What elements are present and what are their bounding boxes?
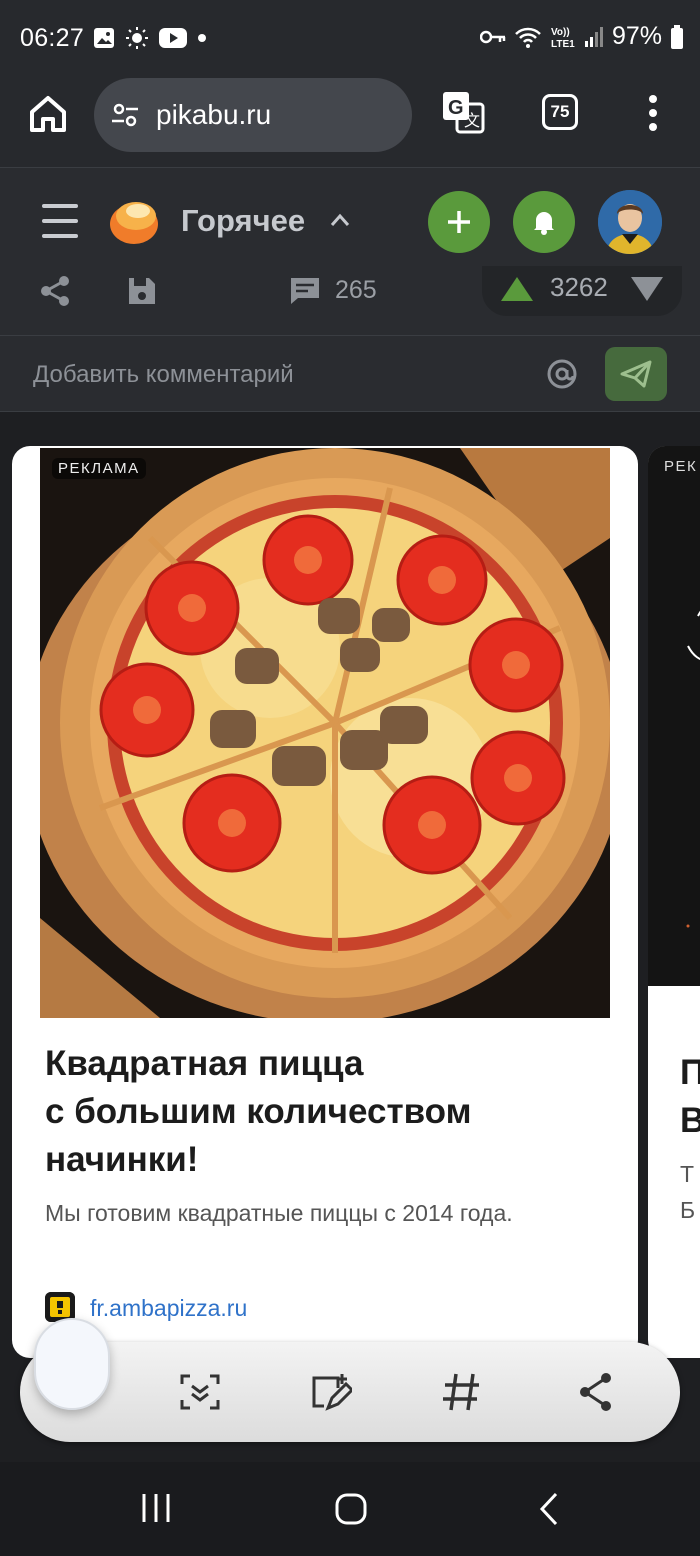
chevron-up-icon[interactable] <box>330 213 350 227</box>
address-bar[interactable]: pikabu.ru <box>94 78 412 152</box>
floating-toolbar <box>20 1318 680 1442</box>
ad-image[interactable]: РЕКЛАМА <box>40 448 610 1018</box>
url-text: pikabu.ru <box>156 99 272 130</box>
ad-next-title: П В <box>680 1053 700 1140</box>
battery-percent: 97% <box>611 22 662 50</box>
home-button[interactable] <box>26 92 70 136</box>
youtube-icon <box>159 28 187 48</box>
ad-next-label: РЕК <box>664 458 698 475</box>
svg-text:文: 文 <box>464 111 480 130</box>
save-icon[interactable] <box>127 276 157 306</box>
downvote-icon[interactable] <box>630 276 664 302</box>
ad-title[interactable]: Квадратная пицца с большим количеством н… <box>45 1040 605 1184</box>
bell-icon <box>534 212 554 235</box>
translate-button[interactable]: G文 <box>441 90 485 134</box>
ad-domain-link[interactable]: fr.ambapizza.ru <box>90 1295 247 1322</box>
system-nav-bar <box>0 1462 700 1556</box>
brightness-icon <box>126 27 148 49</box>
status-time: 06:27 <box>20 24 85 52</box>
draw-icon[interactable] <box>308 1370 352 1414</box>
post-actions: 265 3262 <box>0 266 700 336</box>
svg-text:LTE1: LTE1 <box>551 39 575 49</box>
browser-menu-button[interactable] <box>644 94 662 134</box>
hamburger-menu-button[interactable] <box>42 204 78 238</box>
ad-card[interactable]: РЕКЛАМА Квадратная пицца с большим колич… <box>12 446 638 1358</box>
gallery-icon <box>94 28 114 48</box>
hashtag-icon[interactable] <box>440 1370 484 1414</box>
browser-toolbar: pikabu.ru G文 75 <box>0 78 700 168</box>
svg-text:Vo)): Vo)) <box>551 27 570 38</box>
wifi-icon <box>515 27 541 48</box>
status-bar: 06:27 Vo)) LTE1 97% <box>0 0 700 78</box>
translate-icon: G文 <box>443 92 485 134</box>
send-icon <box>620 360 652 388</box>
send-comment-button[interactable] <box>605 347 667 401</box>
mention-icon[interactable] <box>546 358 578 390</box>
comment-input[interactable]: Добавить комментарий <box>33 361 294 389</box>
comment-icon[interactable] <box>289 276 321 306</box>
svg-text:G: G <box>448 97 464 119</box>
ad-description: Мы готовим квадратные пиццы с 2014 года. <box>45 1200 513 1226</box>
ad-next-image: РЕК <box>648 446 700 986</box>
dot-icon <box>198 34 206 42</box>
add-post-button[interactable] <box>428 191 490 253</box>
site-header: Горячее <box>0 168 700 276</box>
ad-next-description: Т Б <box>680 1161 696 1223</box>
scroll-capture-icon[interactable] <box>178 1370 222 1414</box>
signal-icon <box>584 26 603 47</box>
ad-carousel: РЕКЛАМА Квадратная пицца с большим колич… <box>0 412 700 1462</box>
ad-label: РЕКЛАМА <box>52 458 146 479</box>
back-icon[interactable] <box>538 1492 560 1526</box>
battery-icon <box>671 24 683 49</box>
home-nav-icon[interactable] <box>334 1492 368 1526</box>
home-icon <box>30 96 66 132</box>
comment-count: 265 <box>335 276 377 304</box>
share-icon[interactable] <box>574 1370 618 1414</box>
rating-count: 3262 <box>550 272 608 302</box>
upvote-icon[interactable] <box>500 276 534 302</box>
site-settings-icon[interactable] <box>110 100 140 130</box>
volte-lte-icon: Vo))LTE1 <box>551 27 575 49</box>
ad-card-next[interactable]: РЕК П В Т Б <box>648 446 700 1358</box>
user-avatar[interactable] <box>598 190 662 254</box>
more-vertical-icon <box>649 95 657 131</box>
section-title[interactable]: Горячее <box>181 203 305 239</box>
recent-apps-icon[interactable] <box>140 1492 172 1524</box>
rating-box: 3262 <box>482 266 682 316</box>
key-icon <box>479 30 506 43</box>
pikabu-logo[interactable] <box>108 194 160 246</box>
plus-icon <box>448 211 470 233</box>
notifications-button[interactable] <box>513 191 575 253</box>
comment-input-bar[interactable]: Добавить комментарий <box>0 336 700 412</box>
floating-handle[interactable] <box>34 1318 110 1410</box>
tab-switcher-button[interactable]: 75 <box>542 94 578 130</box>
share-icon[interactable] <box>40 276 72 306</box>
